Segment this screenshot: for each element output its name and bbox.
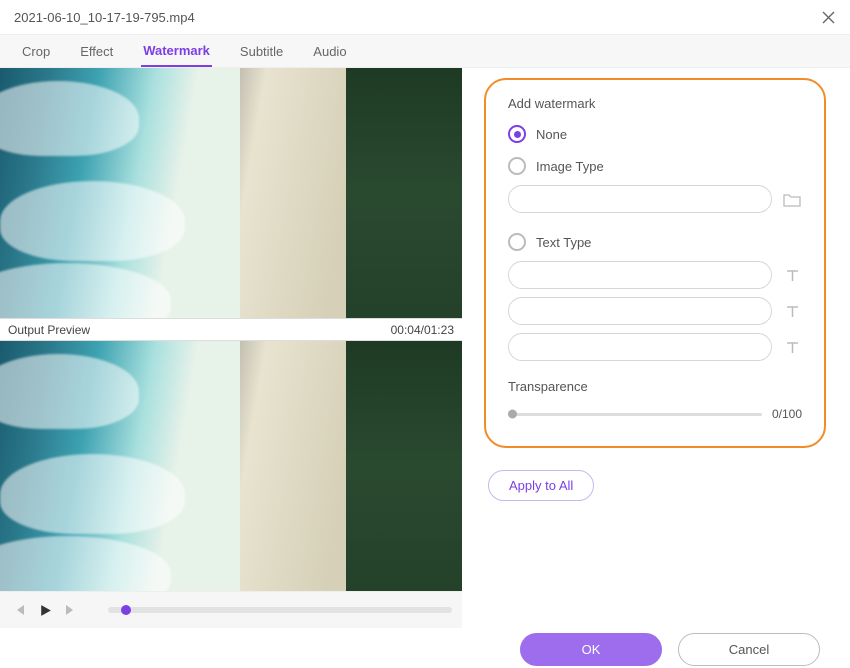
option-text[interactable]: Text Type <box>508 233 802 251</box>
preview-output <box>0 341 462 591</box>
option-none-label: None <box>536 127 567 142</box>
tab-bar: Crop Effect Watermark Subtitle Audio <box>0 34 850 68</box>
option-image[interactable]: Image Type <box>508 157 802 175</box>
option-text-label: Text Type <box>536 235 591 250</box>
ok-button[interactable]: OK <box>520 633 662 666</box>
window-title: 2021-06-10_10-17-19-795.mp4 <box>14 10 195 25</box>
tab-crop[interactable]: Crop <box>20 37 52 66</box>
text-field-1[interactable] <box>508 261 772 289</box>
radio-image[interactable] <box>508 157 526 175</box>
tab-effect[interactable]: Effect <box>78 37 115 66</box>
transparence-knob[interactable] <box>508 410 517 419</box>
radio-text[interactable] <box>508 233 526 251</box>
timeline-knob[interactable] <box>121 605 131 615</box>
panel-title: Add watermark <box>508 96 802 111</box>
preview-column: Output Preview 00:04/01:23 <box>0 68 462 628</box>
next-frame-icon[interactable] <box>62 601 80 619</box>
image-path-field[interactable] <box>508 185 772 213</box>
playback-controls <box>0 591 462 628</box>
cancel-button[interactable]: Cancel <box>678 633 820 666</box>
folder-icon[interactable] <box>782 189 802 209</box>
option-none[interactable]: None <box>508 125 802 143</box>
transparence-label: Transparence <box>508 379 802 394</box>
text-style-icon-3[interactable] <box>782 337 802 357</box>
main-area: Output Preview 00:04/01:23 <box>0 68 850 628</box>
prev-frame-icon[interactable] <box>10 601 28 619</box>
preview-time: 00:04/01:23 <box>391 323 454 337</box>
play-icon[interactable] <box>36 601 54 619</box>
text-style-icon-2[interactable] <box>782 301 802 321</box>
settings-column: Add watermark None Image Type Text Type <box>462 68 850 628</box>
output-preview-label: Output Preview <box>8 323 90 337</box>
option-image-label: Image Type <box>536 159 604 174</box>
transparence-slider[interactable]: 0/100 <box>508 404 802 424</box>
tab-audio[interactable]: Audio <box>311 37 348 66</box>
text-style-icon-1[interactable] <box>782 265 802 285</box>
tab-watermark[interactable]: Watermark <box>141 36 212 67</box>
close-icon[interactable] <box>821 10 836 25</box>
apply-to-all-button[interactable]: Apply to All <box>488 470 594 501</box>
text-field-2[interactable] <box>508 297 772 325</box>
text-field-3[interactable] <box>508 333 772 361</box>
watermark-panel: Add watermark None Image Type Text Type <box>484 78 826 448</box>
title-bar: 2021-06-10_10-17-19-795.mp4 <box>0 0 850 34</box>
transparence-value: 0/100 <box>772 407 802 421</box>
timeline-slider[interactable] <box>108 607 452 613</box>
footer: OK Cancel <box>0 628 850 668</box>
radio-none[interactable] <box>508 125 526 143</box>
preview-source <box>0 68 462 318</box>
tab-subtitle[interactable]: Subtitle <box>238 37 285 66</box>
preview-separator: Output Preview 00:04/01:23 <box>0 318 462 341</box>
